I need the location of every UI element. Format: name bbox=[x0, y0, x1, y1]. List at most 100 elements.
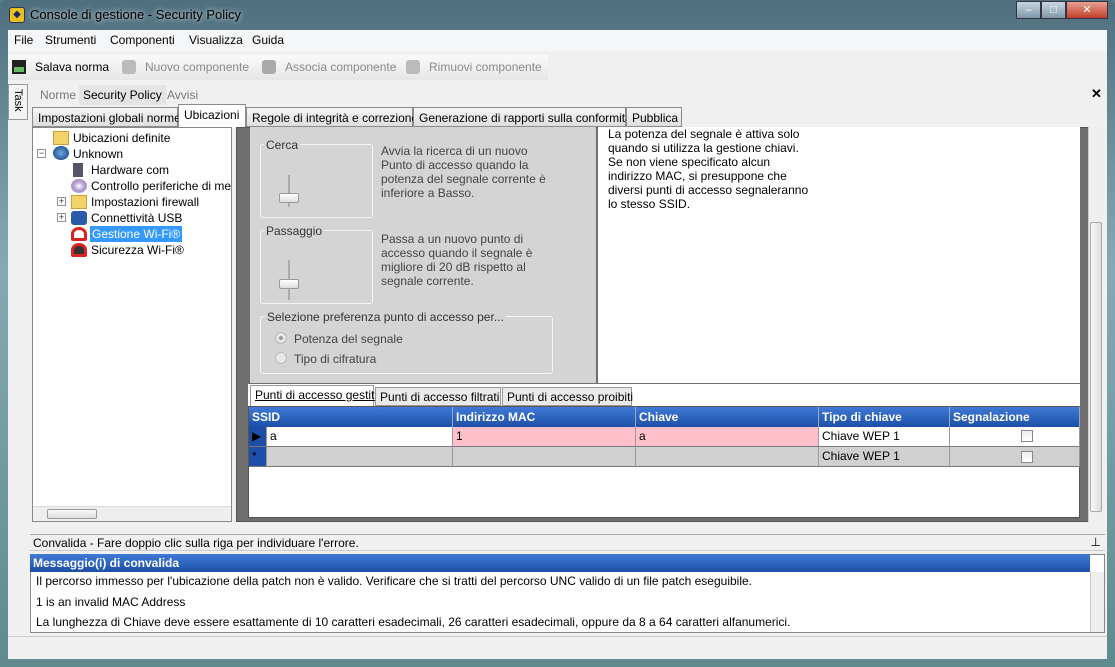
col-key[interactable]: Chiave bbox=[636, 407, 819, 427]
associate-component-button[interactable]: Associa componente bbox=[285, 60, 396, 74]
col-ssid[interactable]: SSID bbox=[249, 407, 453, 427]
cell-signal bbox=[950, 447, 1080, 467]
pin-icon[interactable]: ⊥ bbox=[1091, 535, 1101, 549]
validation-message[interactable]: La lunghezza di Chiave deve essere esatt… bbox=[36, 615, 790, 629]
tab-rapporti-conformita[interactable]: Generazione di rapporti sulla conformità bbox=[413, 107, 632, 127]
tree-node-firewall[interactable]: Impostazioni firewall bbox=[91, 195, 199, 209]
validation-header: Messaggio(i) di convalida bbox=[30, 554, 1090, 572]
remove-component-button[interactable]: Rimuovi componente bbox=[429, 60, 542, 74]
cell-ssid[interactable]: a bbox=[267, 427, 453, 447]
menu-visualizza[interactable]: Visualizza bbox=[189, 33, 243, 47]
collapse-icon[interactable]: − bbox=[37, 149, 46, 158]
remove-component-icon bbox=[406, 60, 420, 74]
usb-icon bbox=[71, 211, 87, 225]
tab-regole-integrita[interactable]: Regole di integrità e correzione bbox=[246, 107, 418, 127]
expand-icon[interactable]: + bbox=[57, 197, 66, 206]
handoff-group-label: Passaggio bbox=[264, 224, 325, 238]
search-description: Avvia la ricerca di un nuovo Punto di ac… bbox=[381, 144, 546, 200]
col-mac[interactable]: Indirizzo MAC bbox=[453, 407, 636, 427]
tree-node-gestione-wifi[interactable]: Gestione Wi-Fi® bbox=[90, 226, 183, 242]
radio-encryption-type[interactable] bbox=[275, 352, 287, 364]
close-document-icon[interactable]: ✕ bbox=[1091, 86, 1102, 102]
save-policy-button[interactable]: Salava norma bbox=[35, 60, 109, 74]
title-bar: ◆ Console di gestione - Security Policy … bbox=[0, 0, 1115, 30]
scroll-thumb[interactable] bbox=[1090, 222, 1102, 512]
doc-tab-security-policy[interactable]: Security Policy bbox=[79, 85, 166, 105]
maximize-button[interactable]: □ bbox=[1041, 1, 1066, 19]
handoff-slider-thumb[interactable] bbox=[279, 279, 299, 289]
tab-impostazioni-globali[interactable]: Impostazioni globali norme bbox=[32, 107, 181, 127]
tab-filtered-aps[interactable]: Punti di accesso filtrati bbox=[375, 387, 501, 406]
menu-strumenti[interactable]: Strumenti bbox=[45, 33, 96, 47]
settings-vertical-scrollbar[interactable] bbox=[1088, 127, 1103, 522]
new-row-icon: * bbox=[249, 447, 267, 467]
validation-message[interactable]: Il percorso immesso per l'ubicazione del… bbox=[36, 574, 752, 588]
disc-icon bbox=[71, 179, 87, 193]
app-icon: ◆ bbox=[9, 7, 25, 23]
handoff-group bbox=[260, 230, 373, 304]
menu-file[interactable]: File bbox=[14, 33, 33, 47]
signal-checkbox[interactable] bbox=[1021, 430, 1033, 442]
doc-tab-avvisi[interactable]: Avvisi bbox=[167, 88, 198, 102]
menu-componenti[interactable]: Componenti bbox=[110, 33, 175, 47]
tree-node-ubicazioni-definite[interactable]: Ubicazioni definite bbox=[73, 131, 170, 145]
col-key-type[interactable]: Tipo di chiave bbox=[819, 407, 950, 427]
minimize-button[interactable]: – bbox=[1016, 1, 1041, 19]
window-title: Console di gestione - Security Policy bbox=[30, 7, 241, 22]
locations-tree: Ubicazioni definite − Unknown Hardware c… bbox=[32, 127, 232, 522]
row-current-icon: ▶ bbox=[249, 427, 267, 447]
wifi-lock-icon bbox=[71, 243, 87, 257]
search-slider-thumb[interactable] bbox=[279, 193, 299, 203]
wifi-icon bbox=[71, 227, 87, 241]
associate-component-icon bbox=[262, 60, 276, 74]
expand-icon[interactable]: + bbox=[57, 213, 66, 222]
tab-managed-aps[interactable]: Punti di accesso gestiti bbox=[250, 385, 377, 406]
cell-key-type[interactable]: Chiave WEP 1 bbox=[819, 447, 950, 467]
search-group-label: Cerca bbox=[264, 138, 301, 152]
cell-mac[interactable]: 1 bbox=[453, 427, 636, 447]
handoff-description: Passa a un nuovo punto di accesso quando… bbox=[381, 232, 533, 288]
search-group bbox=[260, 144, 373, 218]
validation-message[interactable]: 1 is an invalid MAC Address bbox=[36, 595, 185, 609]
doc-tab-norme[interactable]: Norme bbox=[40, 88, 76, 102]
messages-scrollbar[interactable] bbox=[1090, 572, 1104, 632]
info-panel: La potenza del segnale è attiva solo qua… bbox=[598, 127, 1080, 383]
cell-signal bbox=[950, 427, 1080, 447]
tab-pubblica[interactable]: Pubblica bbox=[626, 107, 682, 127]
status-bar bbox=[8, 636, 1107, 659]
tree-node-usb[interactable]: Connettività USB bbox=[91, 211, 182, 225]
radio-signal-strength-label: Potenza del segnale bbox=[294, 332, 403, 346]
folder-icon bbox=[71, 195, 87, 209]
cell-mac[interactable] bbox=[453, 447, 636, 467]
new-component-icon bbox=[122, 60, 136, 74]
tab-ubicazioni[interactable]: Ubicazioni bbox=[178, 104, 246, 128]
preference-group-label: Selezione preferenza punto di accesso pe… bbox=[265, 310, 506, 324]
menu-guida[interactable]: Guida bbox=[252, 33, 284, 47]
radio-signal-strength[interactable] bbox=[275, 332, 287, 344]
tab-forbidden-aps[interactable]: Punti di accesso proibiti bbox=[502, 387, 633, 406]
cell-key[interactable] bbox=[636, 447, 819, 467]
validation-bar: Convalida - Fare doppio clic sulla riga … bbox=[30, 534, 1105, 551]
task-pane-tab[interactable]: Task bbox=[8, 84, 28, 120]
close-window-button[interactable]: ✕ bbox=[1066, 1, 1108, 19]
cell-ssid[interactable] bbox=[267, 447, 453, 467]
folder-icon bbox=[53, 131, 69, 145]
tree-node-unknown[interactable]: Unknown bbox=[73, 147, 123, 161]
task-label: Task bbox=[12, 89, 24, 112]
cell-key[interactable]: a bbox=[636, 427, 819, 447]
col-signal[interactable]: Segnalazione bbox=[950, 407, 1080, 427]
roaming-settings: Cerca Avvia la ricerca di un nuovo Punto… bbox=[250, 127, 596, 383]
globe-icon bbox=[53, 146, 69, 160]
tree-node-controllo-periferiche[interactable]: Controllo periferiche di me bbox=[91, 179, 231, 193]
radio-encryption-type-label: Tipo di cifratura bbox=[294, 352, 377, 366]
tree-node-hardware[interactable]: Hardware com bbox=[91, 163, 169, 177]
tree-horizontal-scrollbar[interactable] bbox=[33, 506, 231, 521]
signal-checkbox[interactable] bbox=[1021, 451, 1033, 463]
save-icon bbox=[12, 60, 26, 74]
scroll-thumb[interactable] bbox=[47, 509, 97, 519]
cell-key-type[interactable]: Chiave WEP 1 bbox=[819, 427, 950, 447]
new-component-button[interactable]: Nuovo componente bbox=[145, 60, 249, 74]
tree-node-sicurezza-wifi[interactable]: Sicurezza Wi-Fi® bbox=[91, 243, 184, 257]
hardware-icon bbox=[73, 163, 83, 177]
signal-note: La potenza del segnale è attiva solo qua… bbox=[608, 127, 809, 211]
